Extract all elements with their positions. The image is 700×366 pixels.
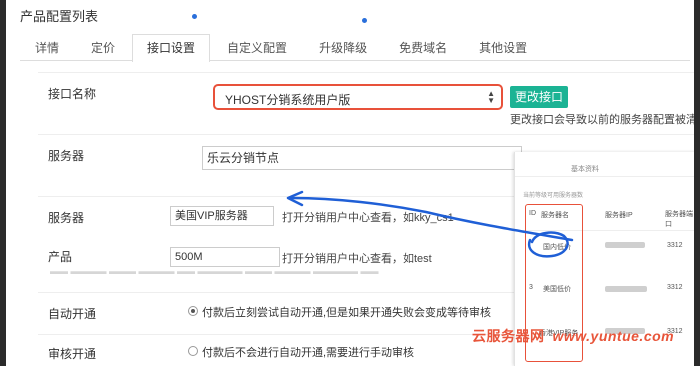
pointing-arrow	[290, 196, 574, 242]
config-panel: 产品配置列表 详情 定价 接口设置 自定义配置 升级降级 免费域名 其他设置 接…	[6, 0, 694, 366]
annotation-overlay	[286, 190, 574, 258]
